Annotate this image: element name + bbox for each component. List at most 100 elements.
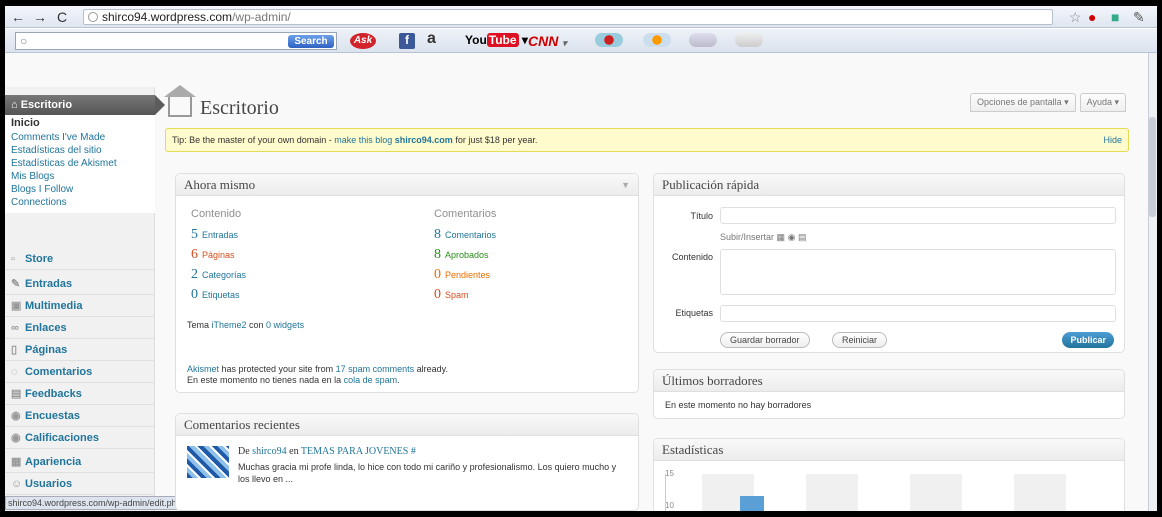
avatar — [187, 446, 229, 478]
poll-icon: ◉ — [11, 410, 21, 422]
widget-header[interactable]: Estadísticas — [654, 439, 1124, 461]
screen-options-label: Opciones de pantalla — [977, 97, 1062, 107]
appearance-icon: ▦ — [11, 456, 22, 468]
tip-link[interactable]: make this blog shirco94.com — [334, 135, 453, 145]
stat-categorias[interactable]: 2 Categorías — [191, 268, 246, 282]
tip-domain: shirco94.com — [394, 135, 453, 145]
radio-icon[interactable] — [735, 33, 763, 47]
sidebar-item-paginas[interactable]: ▯ Páginas — [5, 340, 155, 361]
akismet-link[interactable]: Akismet — [187, 364, 219, 374]
publish-button[interactable]: Publicar — [1062, 332, 1114, 348]
submenu-mis-blogs[interactable]: Mis Blogs — [11, 171, 155, 182]
drafts-empty-text: En este momento no hay borradores — [665, 400, 812, 410]
mail-icon[interactable] — [689, 33, 717, 47]
submenu-comments-made[interactable]: Comments I've Made — [11, 132, 155, 143]
sidebar-label: Enlaces — [25, 322, 67, 334]
tip-hide-link[interactable]: Hide — [1103, 129, 1122, 151]
sidebar-item-feedbacks[interactable]: ▤ Feedbacks — [5, 384, 155, 405]
ask-icon[interactable]: Ask — [350, 33, 376, 49]
page-scrollbar[interactable] — [1148, 53, 1157, 511]
widget-header[interactable]: Comentarios recientes — [176, 414, 638, 436]
cnn-icon[interactable]: CNN ▾ — [528, 33, 567, 49]
sidebar-item-store[interactable]: ▫ Store — [5, 249, 155, 270]
tags-input[interactable] — [720, 305, 1116, 322]
sidebar-label: Multimedia — [25, 300, 83, 312]
toolbar-search-input[interactable]: ○ Search — [15, 32, 337, 50]
theme-link[interactable]: iTheme2 — [212, 320, 247, 330]
extension2-icon[interactable]: ■ — [1111, 9, 1119, 25]
comment-author-link[interactable]: shirco94 — [252, 446, 286, 457]
address-bar[interactable]: shirco94.wordpress.com/wp-admin/ — [83, 9, 1053, 25]
spam-queue-link[interactable]: cola de spam — [344, 375, 398, 385]
submenu-estadisticas-sitio[interactable]: Estadísticas del sitio — [11, 145, 155, 156]
col-comentarios: Comentarios — [434, 208, 497, 220]
widgets-link[interactable]: 0 widgets — [266, 320, 304, 330]
submenu-connections[interactable]: Connections — [11, 197, 155, 208]
sidebar-item-usuarios[interactable]: ☺ Usuarios — [5, 474, 155, 495]
stat-aprobados[interactable]: 8 Aprobados — [434, 248, 489, 262]
scrollbar-thumb[interactable] — [1149, 117, 1156, 217]
collapse-arrow-icon[interactable]: ▼ — [621, 174, 630, 196]
widget-title: Comentarios recientes — [184, 417, 300, 432]
sidebar-item-comentarios[interactable]: ◌ Comentarios — [5, 362, 155, 383]
stat-paginas[interactable]: 6 Páginas — [191, 248, 235, 262]
sidebar-label: Apariencia — [25, 456, 82, 468]
wp-admin-area: ⌂ Escritorio Inicio Comments I've Made E… — [5, 53, 1148, 511]
spam-comments-link[interactable]: 17 spam comments — [336, 364, 415, 374]
sidebar-label: Store — [25, 253, 54, 265]
back-icon[interactable]: ← — [9, 9, 27, 25]
widget-header[interactable]: Últimos borradores — [654, 370, 1124, 392]
submenu-blogs-follow[interactable]: Blogs I Follow — [11, 184, 155, 195]
extension-icon[interactable]: ● — [1088, 9, 1096, 25]
media-icon: ▣ — [11, 300, 22, 312]
widget-header[interactable]: Ahora mismo ▼ — [176, 174, 638, 196]
stat-entradas[interactable]: 5 Entradas — [191, 228, 238, 242]
submenu-inicio[interactable]: Inicio — [11, 118, 155, 129]
sidebar-label: Calificaciones — [25, 432, 99, 444]
comment-post-link[interactable]: TEMAS PARA JOVENES # — [301, 446, 416, 457]
url-host: shirco94.wordpress.com — [102, 10, 233, 24]
amazon-icon[interactable]: a — [427, 30, 436, 47]
facebook-icon[interactable]: f — [399, 33, 415, 49]
screen-options-button[interactable]: Opciones de pantalla ▾ — [970, 93, 1076, 112]
sidebar-item-calificaciones[interactable]: ◉ Calificaciones — [5, 428, 155, 449]
weather-icon[interactable] — [595, 33, 623, 47]
star-icon[interactable]: ☆ — [1069, 9, 1082, 26]
reset-button[interactable]: Reiniciar — [832, 332, 888, 348]
stat-spam[interactable]: 0 Spam — [434, 288, 469, 302]
media-library-icon[interactable]: ▤ — [798, 232, 807, 242]
save-draft-button[interactable]: Guardar borrador — [720, 332, 810, 348]
help-button[interactable]: Ayuda ▾ — [1079, 93, 1126, 112]
toolbar-search-button[interactable]: Search — [288, 35, 334, 48]
content-textarea[interactable] — [720, 249, 1116, 295]
chart-column — [806, 474, 858, 511]
chart-bar — [740, 496, 764, 511]
youtube-icon[interactable]: You Tube ▾ — [465, 33, 528, 49]
stat-comentarios[interactable]: 8 Comentarios — [434, 228, 496, 242]
sidebar-item-enlaces[interactable]: ∞ Enlaces — [5, 318, 155, 339]
sidebar-label: Comentarios — [25, 366, 93, 378]
sidebar-label: Encuestas — [25, 410, 81, 422]
page-title-text: Escritorio — [200, 97, 279, 119]
sidebar-item-encuestas[interactable]: ◉ Encuestas — [5, 406, 155, 427]
stat-pendientes[interactable]: 0 Pendientes — [434, 268, 490, 282]
wrench-icon[interactable]: ✎ — [1133, 9, 1145, 26]
screen-meta-links: Opciones de pantalla ▾ Ayuda ▾ — [970, 93, 1126, 112]
url-path: /wp-admin/ — [232, 10, 291, 24]
widget-header[interactable]: Publicación rápida — [654, 174, 1124, 196]
sidebar-item-multimedia[interactable]: ▣ Multimedia — [5, 296, 155, 317]
sidebar-item-entradas[interactable]: ✎ Entradas — [5, 274, 155, 295]
stats-widget: Estadísticas 15 10 — [653, 438, 1125, 511]
stat-etiquetas[interactable]: 0 Etiquetas — [191, 288, 240, 302]
sidebar-item-apariencia[interactable]: ▦ Apariencia — [5, 452, 155, 473]
video-icon[interactable]: ◉ — [788, 232, 796, 242]
quick-press-widget: Publicación rápida Título Subir/Insertar… — [653, 173, 1125, 353]
sun-icon[interactable] — [643, 33, 671, 47]
image-icon[interactable]: ▦ — [777, 232, 786, 242]
reload-icon[interactable]: C — [53, 9, 71, 25]
forward-icon[interactable]: → — [31, 9, 49, 25]
widget-title: Estadísticas — [662, 442, 724, 457]
sidebar-item-escritorio[interactable]: ⌂ Escritorio — [5, 95, 165, 115]
submenu-estadisticas-akismet[interactable]: Estadísticas de Akismet — [11, 158, 155, 169]
title-input[interactable] — [720, 207, 1116, 224]
